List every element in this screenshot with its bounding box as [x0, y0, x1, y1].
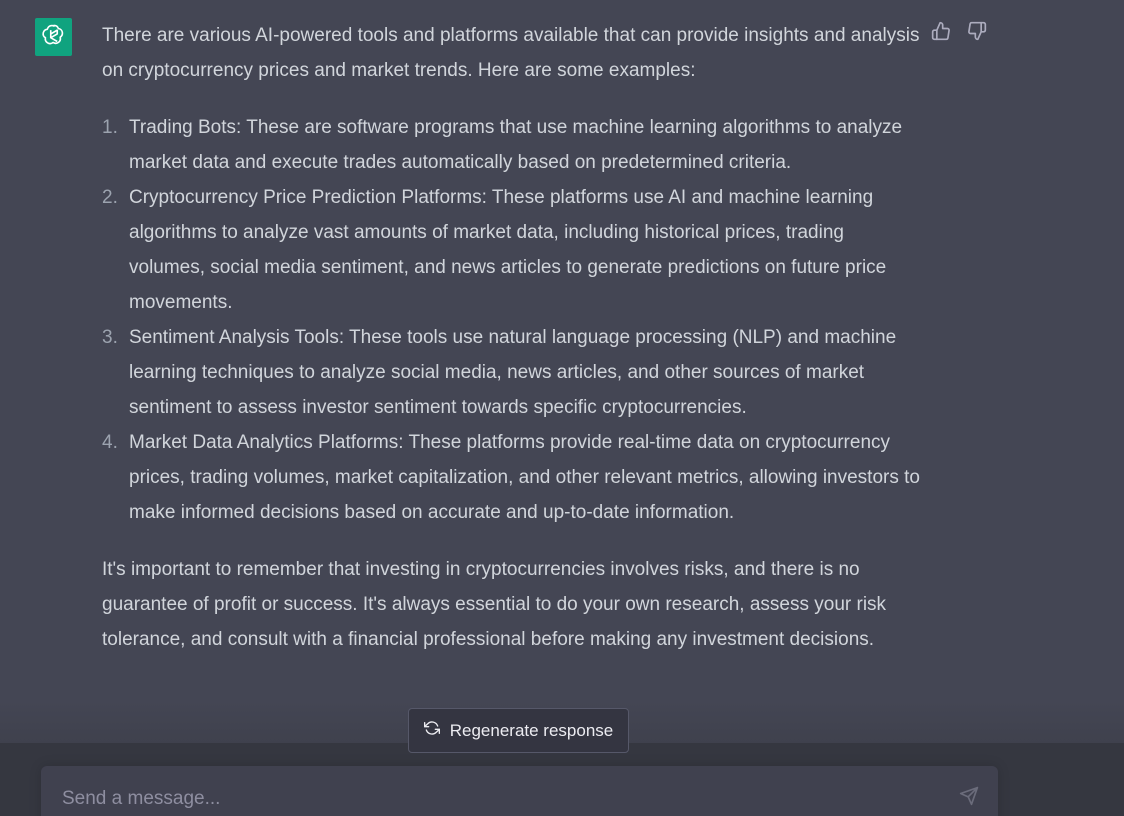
list-item: 2. Cryptocurrency Price Prediction Platf…: [102, 180, 922, 320]
thumbs-down-button[interactable]: [966, 21, 988, 46]
list-item-text: Market Data Analytics Platforms: These p…: [129, 432, 920, 523]
list-item-number: 2.: [102, 187, 118, 208]
thumbs-down-icon: [967, 21, 987, 46]
chat-page: There are various AI-powered tools and p…: [0, 0, 1124, 816]
assistant-message: There are various AI-powered tools and p…: [102, 18, 922, 657]
regenerate-response-button[interactable]: Regenerate response: [408, 708, 629, 753]
list-item: 1. Trading Bots: These are software prog…: [102, 110, 922, 180]
send-button[interactable]: [957, 786, 981, 810]
openai-logo-icon: [41, 22, 67, 53]
refresh-icon: [423, 720, 440, 741]
regenerate-response-label: Regenerate response: [449, 720, 614, 740]
examples-list: 1. Trading Bots: These are software prog…: [102, 110, 922, 530]
list-item-number: 3.: [102, 327, 118, 348]
feedback-buttons: [930, 21, 988, 46]
thumbs-up-button[interactable]: [930, 21, 952, 46]
list-item-text: Sentiment Analysis Tools: These tools us…: [129, 327, 897, 418]
thumbs-up-icon: [931, 21, 951, 46]
message-intro: There are various AI-powered tools and p…: [102, 25, 920, 81]
list-item: 4. Market Data Analytics Platforms: Thes…: [102, 425, 922, 530]
message-outro: It's important to remember that investin…: [102, 559, 887, 650]
list-item-text: Cryptocurrency Price Prediction Platform…: [129, 187, 887, 313]
list-item: 3. Sentiment Analysis Tools: These tools…: [102, 320, 922, 425]
message-input[interactable]: [60, 780, 924, 816]
list-item-number: 4.: [102, 432, 118, 453]
list-item-number: 1.: [102, 117, 118, 138]
assistant-avatar: [35, 18, 72, 56]
paper-plane-icon: [959, 786, 979, 811]
list-item-text: Trading Bots: These are software program…: [129, 117, 903, 173]
message-composer: [41, 766, 998, 816]
